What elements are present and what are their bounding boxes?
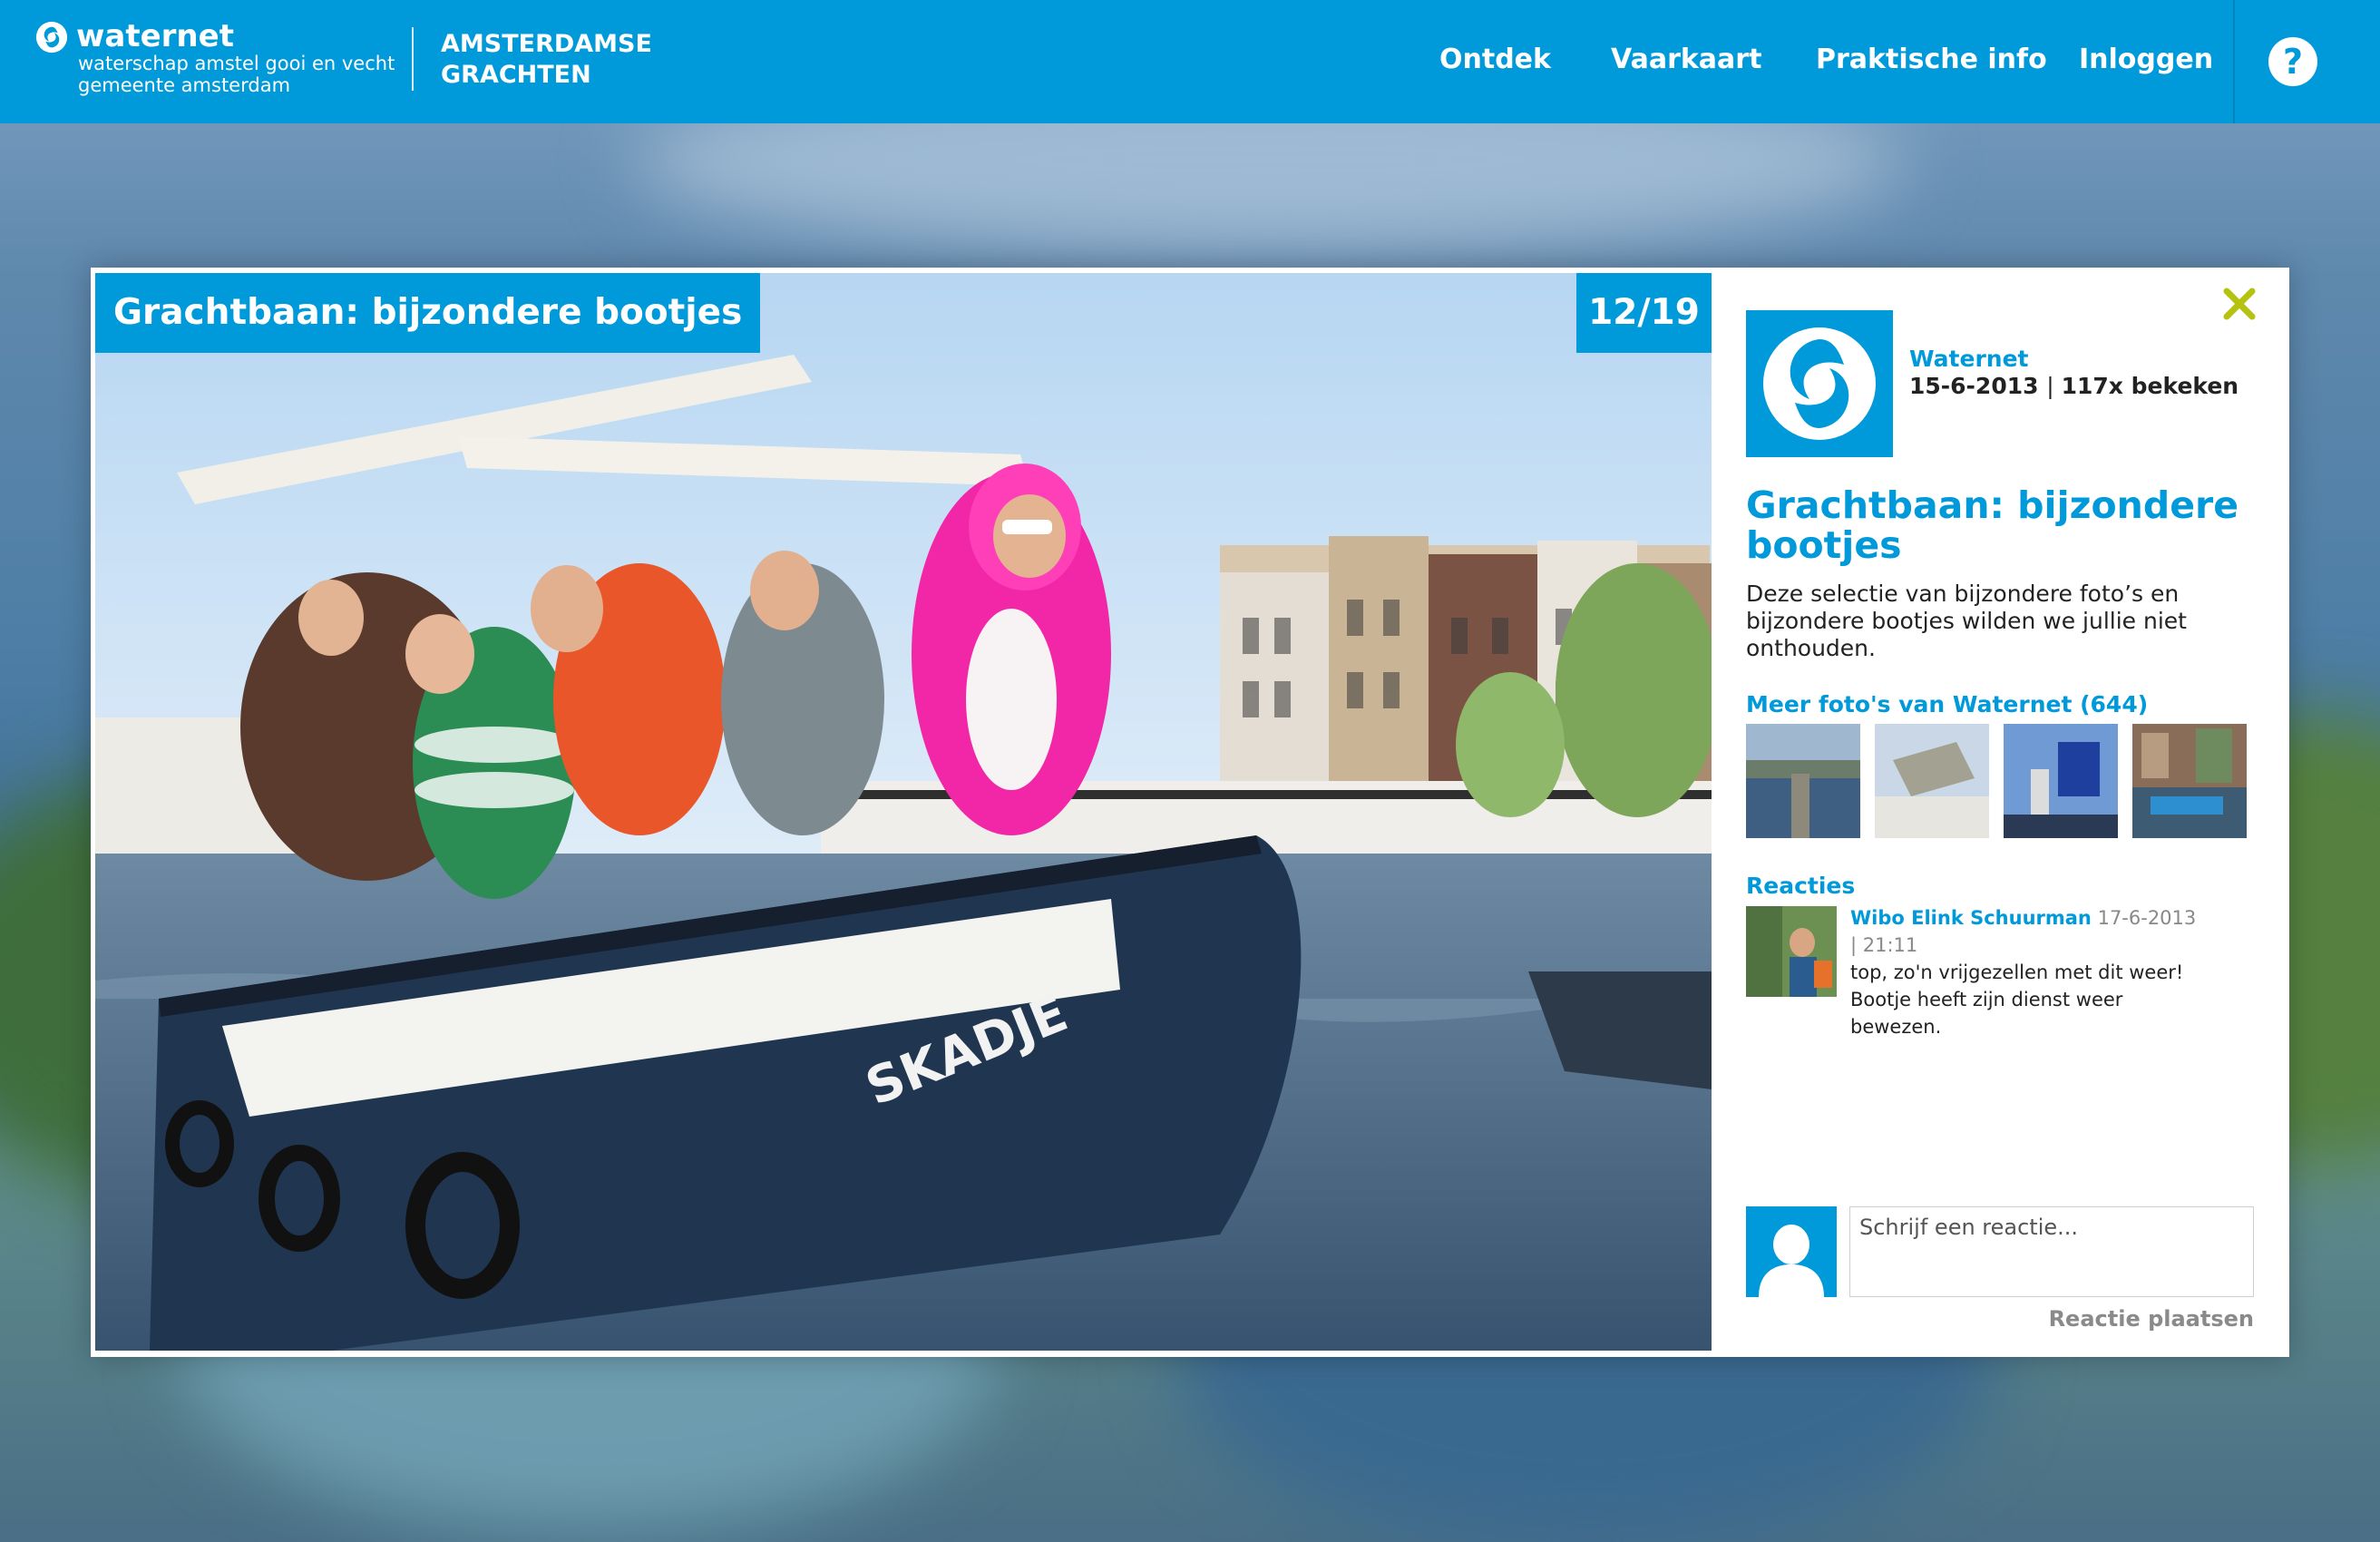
post-reply-button[interactable]: Reactie plaatsen [2043,1306,2254,1332]
thumbnail-photo[interactable] [1746,724,1860,838]
photo-lightbox: SKADJE Grachtbaan: bijzondere bootjes 12… [91,268,2289,1357]
nav-ontdek[interactable]: Ontdek [1439,44,1551,75]
help-separator [2233,0,2235,123]
commenter-avatar-image [1746,906,1837,997]
photo-counter: 12/19 [1576,273,1712,353]
current-user-avatar [1746,1206,1837,1297]
photo-title-banner: Grachtbaan: bijzondere bootjes [95,273,761,353]
reply-input[interactable] [1849,1206,2254,1297]
thumbnail-image [2132,724,2247,838]
main-photo[interactable]: SKADJE [95,273,1712,1351]
logo-subtitle-1: waterschap amstel gooi en vecht [78,53,395,74]
thumbnail-image [1746,724,1860,838]
site-title-line2: GRACHTEN [441,61,591,89]
logo-subtitle-2: gemeente amsterdam [78,74,291,96]
thumbnail-image [2004,724,2118,838]
site-title-line1: AMSTERDAMSE [441,30,652,58]
photo-title: Grachtbaan: bijzondere bootjes [1746,483,2239,567]
nav-vaarkaart[interactable]: Vaarkaart [1611,44,1761,75]
logo-name: waternet [76,18,234,54]
upload-date: 15-6-2013 [1909,373,2039,399]
thumbnail-photo[interactable] [2004,724,2118,838]
question-circle-icon[interactable]: ? [2268,36,2318,87]
comment-body: top, zo'n vrijgezellen met dit weer! Boo… [1850,961,2184,1038]
waternet-logo-icon [35,21,68,54]
nav-inloggen[interactable]: Inloggen [2079,44,2213,75]
reactions-heading: Reacties [1746,873,1856,899]
owner-avatar[interactable] [1746,310,1893,457]
site-title[interactable]: AMSTERDAMSE GRACHTEN [441,29,652,91]
waternet-swirl-icon [1763,327,1876,440]
user-placeholder-icon [1759,1225,1824,1297]
comment-author-link[interactable]: Wibo Elink Schuurman [1850,907,2092,929]
top-navigation-bar: waternet waterschap amstel gooi en vecht… [0,0,2380,123]
nav-praktische-info[interactable]: Praktische info [1816,44,2047,75]
owner-name-link[interactable]: Waternet [1909,346,2029,372]
thumbnail-photo[interactable] [2132,724,2247,838]
photo-sidebar: Waternet 15-6-2013 | 117x bekeken Gracht… [1712,268,2289,1357]
owner-meta: 15-6-2013 | 117x bekeken [1909,373,2239,399]
thumbnail-image [1875,724,1989,838]
header-divider [412,27,414,91]
more-photos-link[interactable]: Meer foto's van Waternet (644) [1746,691,2148,717]
commenter-avatar[interactable] [1746,906,1837,997]
svg-text:?: ? [2283,42,2303,82]
thumbnail-photo[interactable] [1875,724,1989,838]
photo-illustration: SKADJE [95,273,1712,1351]
photo-description: Deze selectie van bijzondere foto’s en b… [1746,581,2187,661]
comment: Wibo Elink Schuurman 17-6-2013 | 21:11 t… [1850,904,2204,1040]
close-icon[interactable] [2221,286,2258,322]
view-count: 117x bekeken [2061,373,2239,399]
